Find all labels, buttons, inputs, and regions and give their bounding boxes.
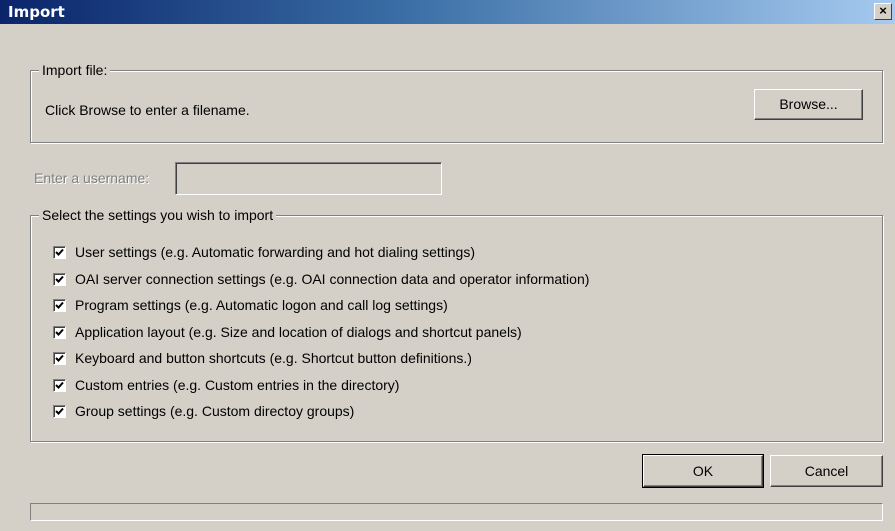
settings-legend: Select the settings you wish to import bbox=[39, 207, 277, 223]
cancel-button[interactable]: Cancel bbox=[770, 455, 883, 487]
checkbox[interactable] bbox=[53, 351, 66, 365]
browse-button[interactable]: Browse... bbox=[754, 89, 863, 120]
checkbox[interactable] bbox=[53, 404, 66, 418]
checkbox[interactable] bbox=[53, 272, 66, 286]
status-bar bbox=[30, 503, 883, 521]
cancel-button-label: Cancel bbox=[804, 463, 849, 479]
window-title: Import bbox=[8, 3, 65, 21]
username-input[interactable] bbox=[175, 162, 442, 195]
checkbox[interactable] bbox=[53, 245, 66, 259]
import-file-legend: Import file: bbox=[39, 62, 111, 78]
title-bar: Import × bbox=[0, 0, 895, 24]
import-file-hint: Click Browse to enter a filename. bbox=[45, 102, 250, 118]
settings-checkbox-label: Group settings (e.g. Custom directoy gro… bbox=[75, 403, 355, 419]
settings-checkbox-label: OAI server connection settings (e.g. OAI… bbox=[75, 271, 590, 287]
close-icon: × bbox=[879, 3, 887, 18]
settings-checkbox-label: Application layout (e.g. Size and locati… bbox=[75, 324, 522, 340]
settings-checkbox-row[interactable]: Group settings (e.g. Custom directoy gro… bbox=[53, 402, 354, 420]
username-label: Enter a username: bbox=[34, 170, 150, 186]
checkmark-icon bbox=[55, 275, 64, 283]
settings-checkbox-label: User settings (e.g. Automatic forwarding… bbox=[75, 244, 475, 260]
checkmark-icon bbox=[55, 301, 64, 309]
settings-checkbox-row[interactable]: Application layout (e.g. Size and locati… bbox=[53, 323, 522, 341]
ok-button[interactable]: OK bbox=[642, 454, 764, 488]
checkmark-icon bbox=[55, 354, 64, 362]
close-button[interactable]: × bbox=[874, 3, 892, 20]
settings-checkbox-row[interactable]: User settings (e.g. Automatic forwarding… bbox=[53, 243, 475, 261]
checkmark-icon bbox=[55, 381, 64, 389]
checkbox[interactable] bbox=[53, 298, 66, 312]
checkmark-icon bbox=[55, 407, 64, 415]
checkbox[interactable] bbox=[53, 325, 66, 339]
settings-checkbox-row[interactable]: Keyboard and button shortcuts (e.g. Shor… bbox=[53, 349, 472, 367]
settings-checkbox-row[interactable]: Custom entries (e.g. Custom entries in t… bbox=[53, 376, 399, 394]
ok-button-label: OK bbox=[692, 463, 714, 479]
import-file-group: Import file: Click Browse to enter a fil… bbox=[30, 62, 883, 143]
settings-checkbox-label: Program settings (e.g. Automatic logon a… bbox=[75, 297, 448, 313]
settings-checkbox-label: Custom entries (e.g. Custom entries in t… bbox=[75, 377, 400, 393]
checkmark-icon bbox=[55, 328, 64, 336]
settings-checkbox-row[interactable]: OAI server connection settings (e.g. OAI… bbox=[53, 270, 589, 288]
settings-checkbox-row[interactable]: Program settings (e.g. Automatic logon a… bbox=[53, 296, 448, 314]
settings-checkbox-label: Keyboard and button shortcuts (e.g. Shor… bbox=[75, 350, 472, 366]
browse-button-label: Browse... bbox=[779, 96, 838, 112]
checkmark-icon bbox=[55, 248, 64, 256]
checkbox[interactable] bbox=[53, 378, 66, 392]
